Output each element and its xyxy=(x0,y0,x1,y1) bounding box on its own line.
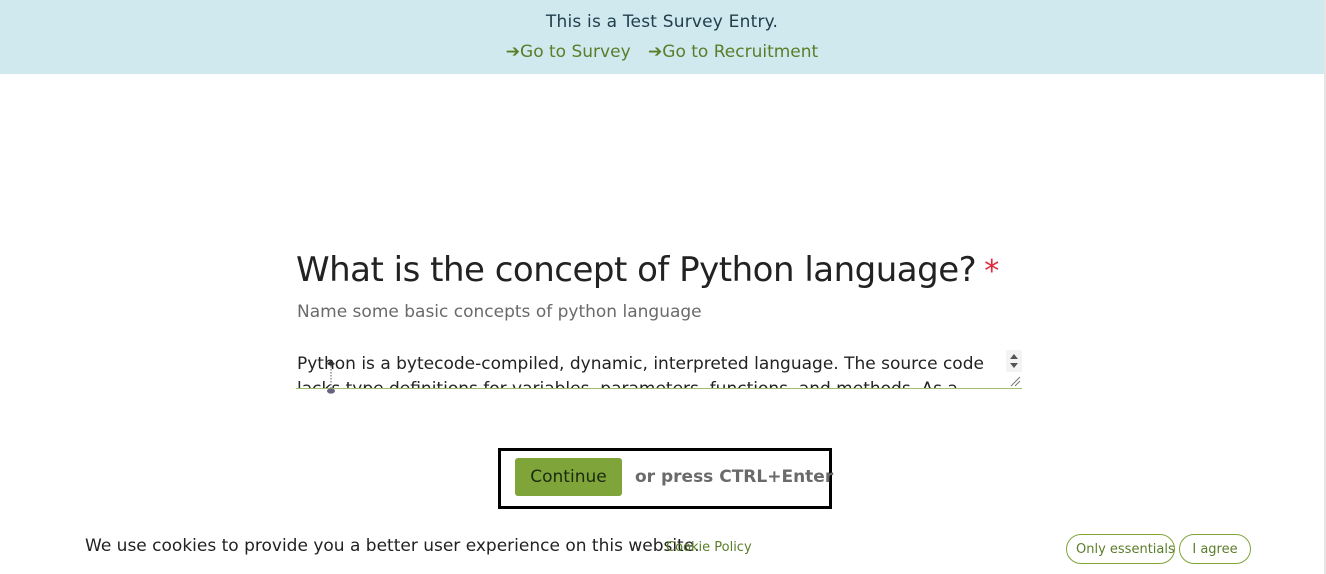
test-survey-banner: This is a Test Survey Entry. ➔Go to Surv… xyxy=(0,0,1324,74)
scroll-down-icon[interactable] xyxy=(1010,363,1018,368)
banner-title: This is a Test Survey Entry. xyxy=(545,12,779,32)
question-hint: Name some basic concepts of python langu… xyxy=(297,302,702,322)
cookie-message: We use cookies to provide you a better u… xyxy=(85,536,700,556)
resize-grip-icon[interactable] xyxy=(1009,375,1021,387)
required-marker: * xyxy=(984,254,999,289)
answer-textarea[interactable]: Python is a bytecode-compiled, dynamic, … xyxy=(296,348,1022,389)
go-to-survey-link[interactable]: ➔Go to Survey xyxy=(506,42,631,62)
answer-text: Python is a bytecode-compiled, dynamic, … xyxy=(297,354,984,389)
go-to-recruitment-link[interactable]: ➔Go to Recruitment xyxy=(648,42,818,62)
text-cursor-icon xyxy=(327,360,335,394)
only-essentials-button[interactable]: Only essentials xyxy=(1066,534,1175,564)
textarea-scroll-arrows[interactable] xyxy=(1006,350,1022,372)
shortcut-hint: or press CTRL+Enter xyxy=(635,467,834,487)
banner-links: ➔Go to Survey ➔Go to Recruitment xyxy=(0,42,1324,62)
continue-button[interactable]: Continue xyxy=(515,458,622,496)
scroll-up-icon[interactable] xyxy=(1010,354,1018,359)
i-agree-button[interactable]: I agree xyxy=(1179,534,1251,564)
cookie-policy-link[interactable]: Cookie Policy xyxy=(666,540,752,555)
question-title: What is the concept of Python language? * xyxy=(296,250,999,290)
continue-highlight-frame: Continue or press CTRL+Enter xyxy=(498,448,834,509)
question-title-text: What is the concept of Python language? xyxy=(296,250,977,290)
